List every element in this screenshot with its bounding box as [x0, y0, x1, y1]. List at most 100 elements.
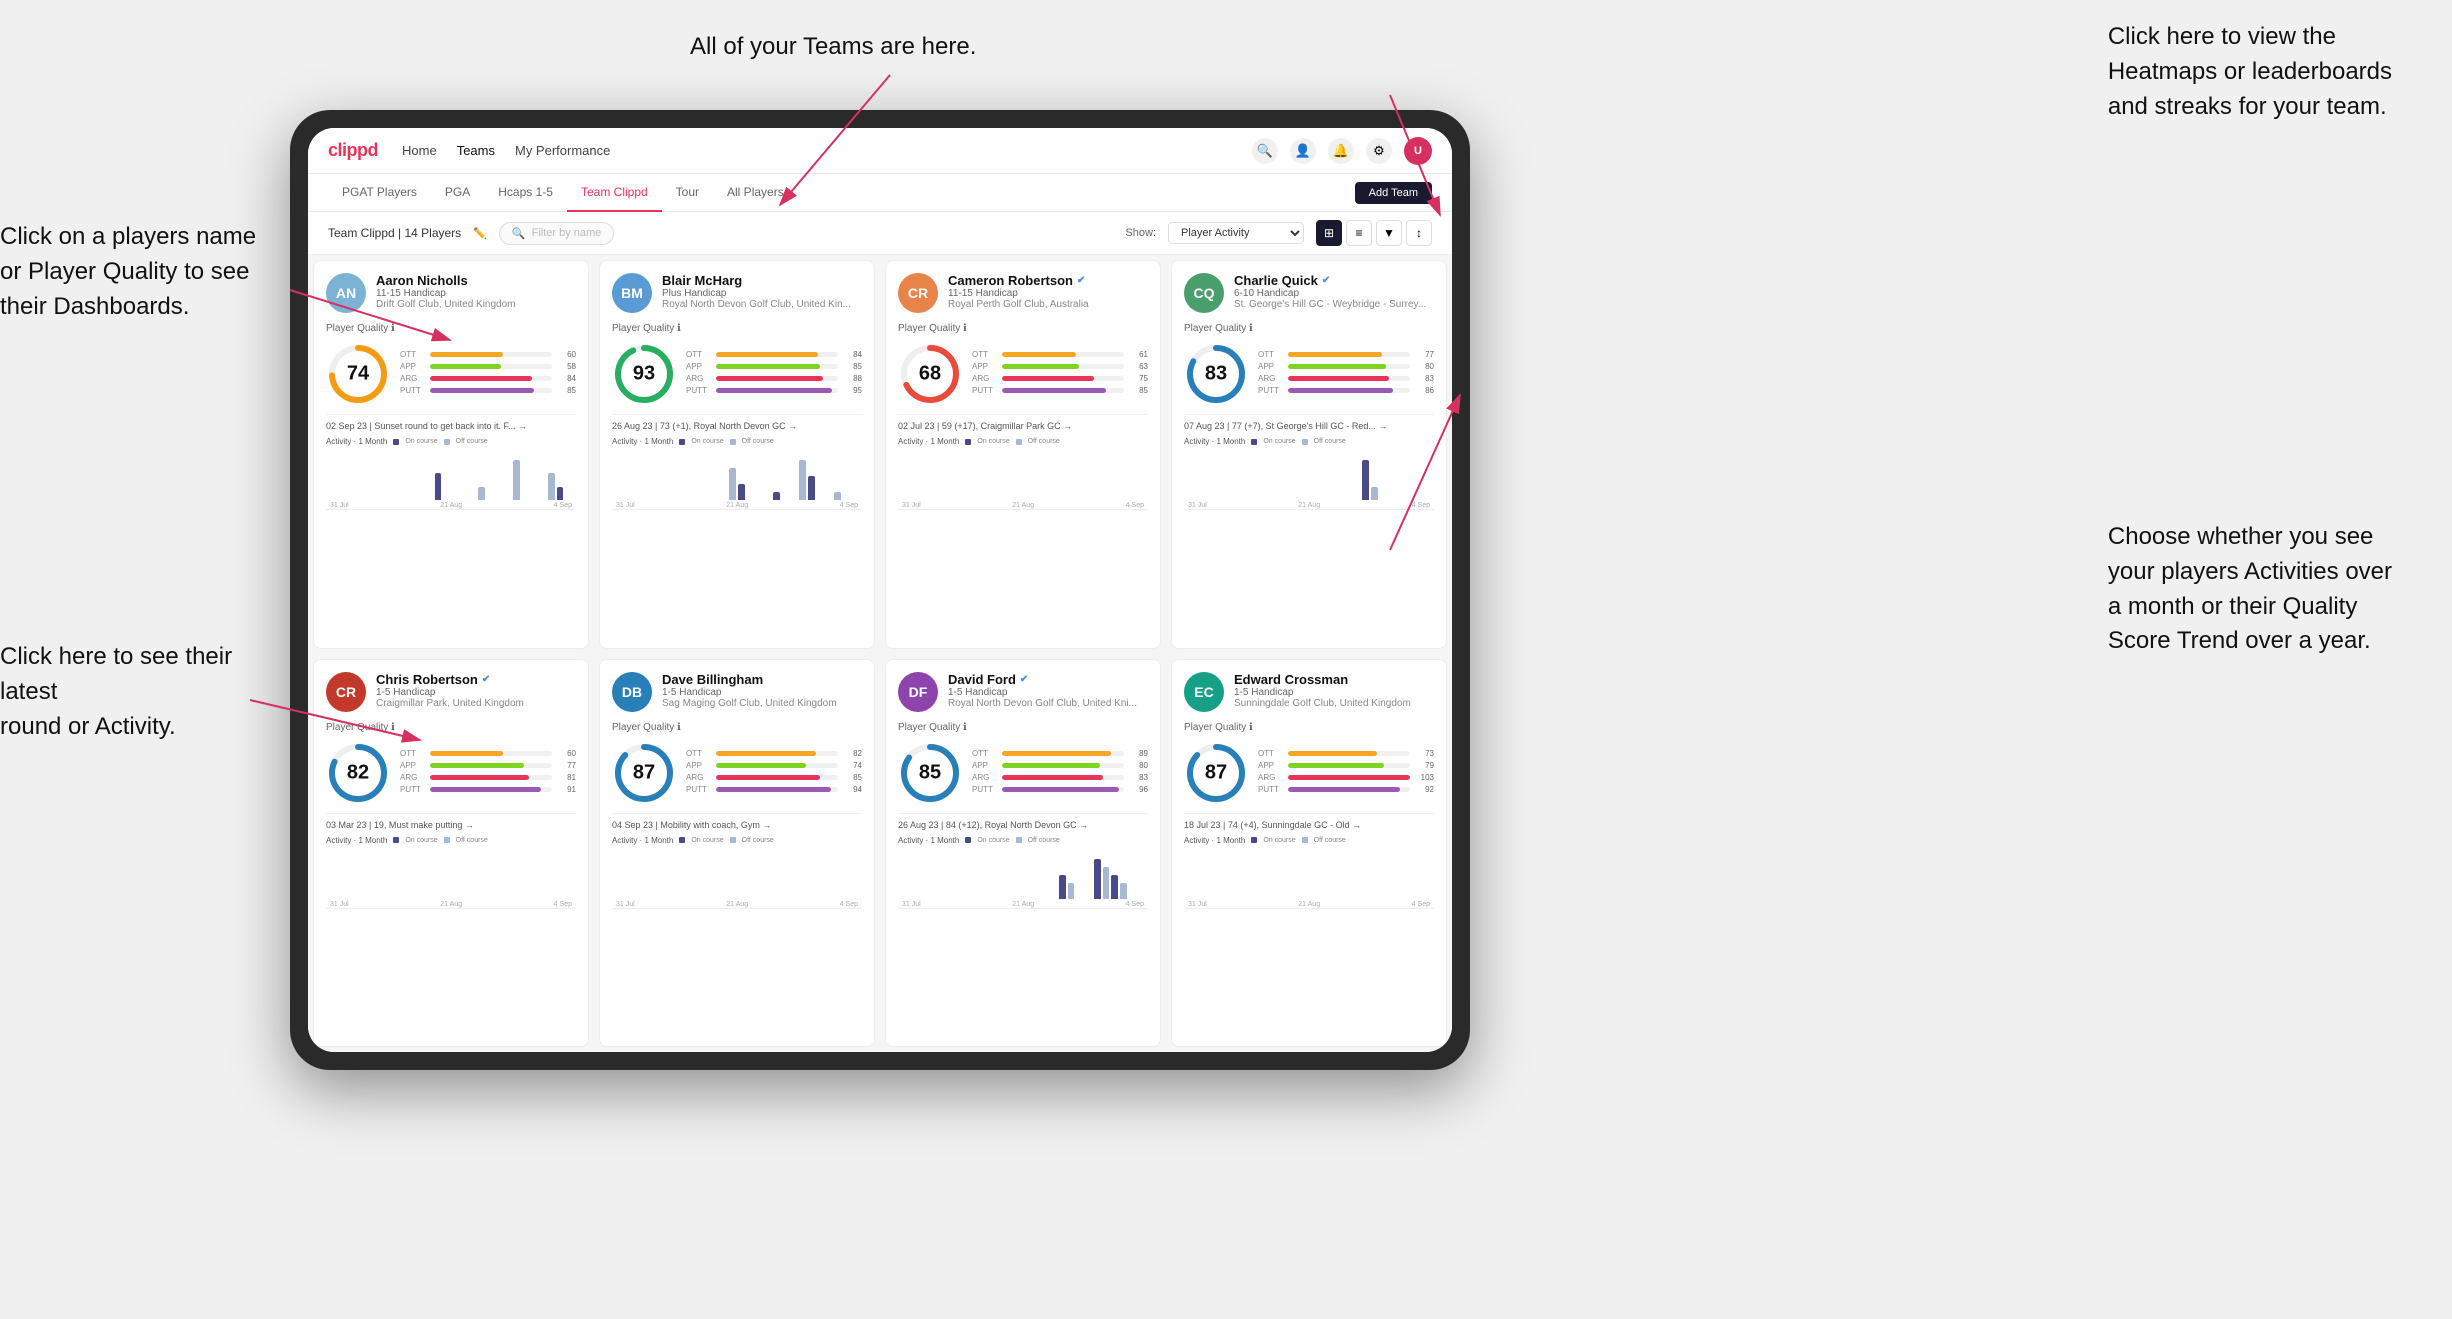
player-name[interactable]: Blair McHarg — [662, 273, 862, 288]
player-avatar[interactable]: DF — [898, 672, 938, 712]
player-card[interactable]: DF David Ford ✔ 1-5 Handicap Royal North… — [885, 659, 1161, 1048]
settings-icon[interactable]: ⚙ — [1366, 138, 1392, 164]
latest-round[interactable]: 03 Mar 23 | 19, Must make putting → — [326, 813, 576, 830]
player-card[interactable]: EC Edward Crossman 1-5 Handicap Sunningd… — [1171, 659, 1447, 1048]
stat-value: 79 — [1414, 761, 1434, 770]
quality-circle[interactable]: 82 — [326, 741, 390, 805]
player-name[interactable]: Chris Robertson ✔ — [376, 672, 576, 687]
tab-team-clippd[interactable]: Team Clippd — [567, 174, 662, 212]
search-box[interactable]: 🔍 Filter by name — [499, 222, 614, 245]
quality-circle[interactable]: 74 — [326, 342, 390, 406]
chart-bar — [773, 492, 780, 500]
chart-labels: 31 Jul21 Aug4 Sep — [898, 899, 1148, 908]
bar-track — [716, 388, 838, 393]
activity-title: Activity · 1 Month — [1184, 836, 1245, 845]
activity-title: Activity · 1 Month — [1184, 437, 1245, 446]
latest-round[interactable]: 02 Jul 23 | 59 (+17), Craigmillar Park G… — [898, 414, 1148, 431]
edit-icon[interactable]: ✏️ — [473, 227, 487, 240]
latest-round[interactable]: 26 Aug 23 | 73 (+1), Royal North Devon G… — [612, 414, 862, 431]
stat-label: ARG — [400, 773, 426, 782]
tab-pgat-players[interactable]: PGAT Players — [328, 174, 431, 212]
bell-icon[interactable]: 🔔 — [1328, 138, 1354, 164]
on-course-dot — [965, 837, 971, 843]
stat-value: 84 — [556, 374, 576, 383]
filter-button[interactable]: ▼ — [1376, 220, 1402, 246]
quality-section[interactable]: 83 OTT 77 APP 80 ARG 83 PUTT — [1184, 342, 1434, 406]
stat-label: ARG — [686, 773, 712, 782]
player-name[interactable]: Aaron Nicholls — [376, 273, 576, 288]
bar-track — [1288, 763, 1410, 768]
user-avatar[interactable]: U — [1404, 137, 1432, 165]
quality-section[interactable]: 93 OTT 84 APP 85 ARG 88 PUTT — [612, 342, 862, 406]
player-avatar[interactable]: CQ — [1184, 273, 1224, 313]
tab-all-players[interactable]: All Players — [713, 174, 798, 212]
tab-hcaps[interactable]: Hcaps 1-5 — [484, 174, 567, 212]
quality-circle[interactable]: 93 — [612, 342, 676, 406]
tab-pga[interactable]: PGA — [431, 174, 484, 212]
latest-round[interactable]: 18 Jul 23 | 74 (+4), Sunningdale GC - Ol… — [1184, 813, 1434, 830]
latest-round[interactable]: 02 Sep 23 | Sunset round to get back int… — [326, 414, 576, 431]
quality-section[interactable]: 82 OTT 60 APP 77 ARG 81 PUTT — [326, 741, 576, 805]
tab-tour[interactable]: Tour — [662, 174, 713, 212]
player-header: CQ Charlie Quick ✔ 6-10 Handicap St. Geo… — [1184, 273, 1434, 313]
list-view-button[interactable]: ≡ — [1346, 220, 1372, 246]
quality-section[interactable]: 68 OTT 61 APP 63 ARG 75 PUTT — [898, 342, 1148, 406]
quality-circle[interactable]: 87 — [612, 741, 676, 805]
player-name[interactable]: Cameron Robertson ✔ — [948, 273, 1148, 288]
quality-section[interactable]: 87 OTT 82 APP 74 ARG 85 PUTT — [612, 741, 862, 805]
quality-circle[interactable]: 68 — [898, 342, 962, 406]
latest-round[interactable]: 26 Aug 23 | 84 (+12), Royal North Devon … — [898, 813, 1148, 830]
sort-button[interactable]: ↕ — [1406, 220, 1432, 246]
chart-bar — [1371, 487, 1378, 500]
nav-item-myperformance[interactable]: My Performance — [515, 143, 610, 158]
player-card[interactable]: DB Dave Billingham 1-5 Handicap Sag Magi… — [599, 659, 875, 1048]
activity-title: Activity · 1 Month — [326, 437, 387, 446]
quality-section[interactable]: 85 OTT 89 APP 80 ARG 83 PUTT — [898, 741, 1148, 805]
player-avatar[interactable]: AN — [326, 273, 366, 313]
player-avatar[interactable]: CR — [326, 672, 366, 712]
player-avatar[interactable]: CR — [898, 273, 938, 313]
player-card[interactable]: AN Aaron Nicholls 11-15 Handicap Drift G… — [313, 260, 589, 649]
chart-bar — [478, 487, 485, 500]
quality-section[interactable]: 74 OTT 60 APP 58 ARG 84 PUTT — [326, 342, 576, 406]
player-avatar[interactable]: DB — [612, 672, 652, 712]
activity-header: Activity · 1 Month On course Off course — [1184, 836, 1434, 845]
stat-label: OTT — [686, 350, 712, 359]
player-avatar[interactable]: BM — [612, 273, 652, 313]
nav-item-teams[interactable]: Teams — [457, 143, 495, 158]
player-card[interactable]: CR Cameron Robertson ✔ 11-15 Handicap Ro… — [885, 260, 1161, 649]
quality-circle[interactable]: 83 — [1184, 342, 1248, 406]
nav-item-home[interactable]: Home — [402, 143, 437, 158]
activity-section: Activity · 1 Month On course Off course … — [326, 437, 576, 510]
quality-circle[interactable]: 85 — [898, 741, 962, 805]
stat-bar-row: OTT 60 — [400, 749, 576, 758]
player-name[interactable]: Charlie Quick ✔ — [1234, 273, 1434, 288]
grid-view-button[interactable]: ⊞ — [1316, 220, 1342, 246]
quality-bars: OTT 73 APP 79 ARG 103 PUTT — [1258, 749, 1434, 797]
stat-bar-row: OTT 73 — [1258, 749, 1434, 758]
stat-bar-row: PUTT 96 — [972, 785, 1148, 794]
chart-bars — [1184, 450, 1434, 500]
search-icon[interactable]: 🔍 — [1252, 138, 1278, 164]
stat-value: 83 — [1414, 374, 1434, 383]
add-team-button[interactable]: Add Team — [1355, 182, 1432, 204]
quality-circle[interactable]: 87 — [1184, 741, 1248, 805]
player-name[interactable]: David Ford ✔ — [948, 672, 1148, 687]
player-avatar[interactable]: EC — [1184, 672, 1224, 712]
player-card[interactable]: CR Chris Robertson ✔ 1-5 Handicap Craigm… — [313, 659, 589, 1048]
player-name[interactable]: Edward Crossman — [1234, 672, 1434, 687]
player-card[interactable]: BM Blair McHarg Plus Handicap Royal Nort… — [599, 260, 875, 649]
stat-label: PUTT — [1258, 386, 1284, 395]
nav-logo[interactable]: clippd — [328, 140, 378, 161]
bar-track — [1002, 352, 1124, 357]
player-card[interactable]: CQ Charlie Quick ✔ 6-10 Handicap St. Geo… — [1171, 260, 1447, 649]
quality-section[interactable]: 87 OTT 73 APP 79 ARG 103 PUTT — [1184, 741, 1434, 805]
player-name[interactable]: Dave Billingham — [662, 672, 862, 687]
player-club: Drift Golf Club, United Kingdom — [376, 299, 576, 310]
player-club: St. George's Hill GC - Weybridge - Surre… — [1234, 299, 1434, 310]
latest-round[interactable]: 07 Aug 23 | 77 (+7), St George's Hill GC… — [1184, 414, 1434, 431]
profile-icon[interactable]: 👤 — [1290, 138, 1316, 164]
stat-bar-row: APP 80 — [972, 761, 1148, 770]
show-select[interactable]: Player Activity Quality Score Trend — [1168, 222, 1304, 244]
latest-round[interactable]: 04 Sep 23 | Mobility with coach, Gym → — [612, 813, 862, 830]
